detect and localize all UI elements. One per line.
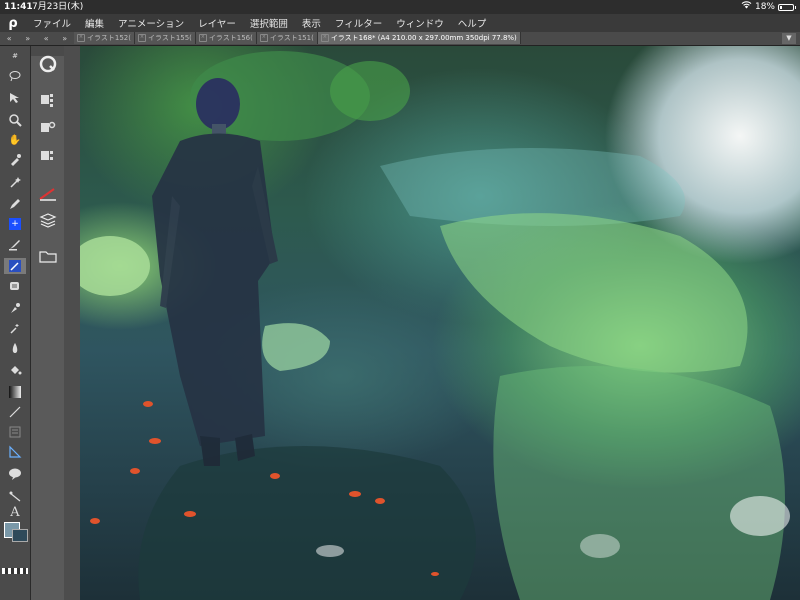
status-bar: 11:41 7月23日(木) 18% bbox=[0, 0, 800, 14]
illustration-canvas[interactable] bbox=[80, 46, 800, 600]
close-icon[interactable]: × bbox=[198, 34, 207, 42]
close-icon[interactable]: × bbox=[137, 34, 146, 42]
document-tab-bar: « » « » × イラスト152( × イラスト155( × イラスト156( × イ… bbox=[0, 32, 800, 46]
illustration-artwork bbox=[80, 51, 790, 600]
canvas-area[interactable] bbox=[64, 46, 800, 600]
status-date: 7月23日(木) bbox=[32, 2, 84, 12]
menu-edit[interactable]: 編集 bbox=[78, 16, 111, 30]
tab-illust-152[interactable]: × イラスト152( bbox=[74, 32, 135, 44]
folder-icon[interactable] bbox=[37, 246, 59, 266]
gradient-icon[interactable] bbox=[4, 384, 26, 400]
line-icon[interactable] bbox=[4, 404, 26, 420]
tab-label: イラスト152( bbox=[87, 34, 131, 42]
tab-menu-dropdown-icon[interactable]: ▼ bbox=[782, 33, 796, 44]
close-icon[interactable]: × bbox=[259, 34, 268, 42]
tab-label: イラスト156( bbox=[208, 34, 253, 42]
move-layer-icon[interactable] bbox=[4, 90, 26, 106]
eyedropper-icon[interactable] bbox=[4, 152, 26, 168]
tab-illust-155[interactable]: × イラスト155( bbox=[134, 32, 196, 44]
menu-selection[interactable]: 選択範囲 bbox=[243, 16, 295, 30]
close-icon[interactable]: × bbox=[320, 34, 329, 42]
menu-help[interactable]: ヘルプ bbox=[451, 16, 494, 30]
collapse-left-icon[interactable]: « bbox=[7, 34, 12, 43]
tab-illust-168[interactable]: × イラスト168* (A4 210.00 x 297.00mm 350dpi 7… bbox=[317, 32, 521, 44]
brush-stroke-icon[interactable] bbox=[37, 184, 59, 204]
gear-settings-icon[interactable] bbox=[37, 118, 59, 138]
auto-select-icon[interactable] bbox=[4, 174, 26, 190]
menu-filter[interactable]: フィルター bbox=[328, 16, 389, 30]
menu-window[interactable]: ウィンドウ bbox=[389, 16, 451, 30]
transparent-color-swatch[interactable] bbox=[2, 568, 28, 574]
close-icon[interactable]: × bbox=[77, 34, 85, 42]
sub-tool-bar bbox=[31, 46, 65, 600]
menu-view[interactable]: 表示 bbox=[295, 16, 328, 30]
subtool-detail-icon[interactable] bbox=[37, 146, 59, 166]
menu-animation[interactable]: アニメーション bbox=[111, 16, 191, 30]
airbrush-icon[interactable] bbox=[4, 278, 26, 294]
wifi-icon bbox=[741, 0, 752, 14]
battery-icon bbox=[778, 3, 796, 11]
tab-label: イラスト168* (A4 210.00 x 297.00mm 350dpi 77… bbox=[330, 34, 517, 42]
panel-collapse-arrows: « » « » bbox=[0, 32, 74, 45]
layer-settings-icon[interactable] bbox=[37, 90, 59, 110]
pen-icon[interactable] bbox=[4, 196, 26, 212]
color-swatch[interactable] bbox=[2, 520, 28, 542]
status-time: 11:41 bbox=[4, 2, 33, 12]
clip-studio-logo-icon[interactable]: ρ bbox=[0, 16, 26, 31]
menu-layer[interactable]: レイヤー bbox=[191, 16, 243, 30]
text-tool-icon[interactable]: A bbox=[4, 504, 26, 520]
blur-icon[interactable] bbox=[4, 340, 26, 356]
clip-studio-icon[interactable] bbox=[37, 54, 59, 74]
menu-bar: ρ ファイル 編集 アニメーション レイヤー 選択範囲 表示 フィルター ウィン… bbox=[0, 14, 800, 33]
transform-icon[interactable]: + bbox=[4, 216, 26, 232]
collapse-left-icon-2[interactable]: « bbox=[44, 34, 49, 43]
speech-balloon-icon[interactable] bbox=[4, 466, 26, 482]
zoom-icon[interactable] bbox=[4, 112, 26, 128]
hand-icon[interactable]: ✋ bbox=[4, 132, 26, 148]
blend-icon[interactable] bbox=[4, 320, 26, 336]
tool-palette: # ✋ + A bbox=[0, 46, 31, 600]
fill-bucket-icon[interactable] bbox=[4, 362, 26, 378]
tab-illust-156[interactable]: × イラスト156( bbox=[195, 32, 257, 44]
menu-file[interactable]: ファイル bbox=[26, 16, 78, 30]
ruler-icon[interactable] bbox=[4, 444, 26, 460]
correct-line-icon[interactable] bbox=[4, 488, 26, 504]
layers-stack-icon[interactable] bbox=[37, 210, 59, 230]
tool-palette-header: # bbox=[12, 52, 18, 60]
pencil-icon-selected[interactable] bbox=[4, 258, 26, 274]
expand-right-icon-2[interactable]: » bbox=[62, 34, 67, 43]
lasso-icon[interactable] bbox=[4, 68, 26, 84]
status-right: 18% bbox=[741, 0, 796, 14]
expand-right-icon[interactable]: » bbox=[25, 34, 30, 43]
sub-color-swatch[interactable] bbox=[12, 529, 28, 542]
brush-icon[interactable] bbox=[4, 236, 26, 252]
tab-label: イラスト151( bbox=[269, 34, 314, 42]
decoration-icon[interactable] bbox=[4, 300, 26, 316]
battery-percent: 18% bbox=[754, 2, 775, 12]
frame-border-icon[interactable] bbox=[4, 424, 26, 440]
tab-illust-151[interactable]: × イラスト151( bbox=[256, 32, 318, 44]
tab-label: イラスト155( bbox=[147, 34, 192, 42]
